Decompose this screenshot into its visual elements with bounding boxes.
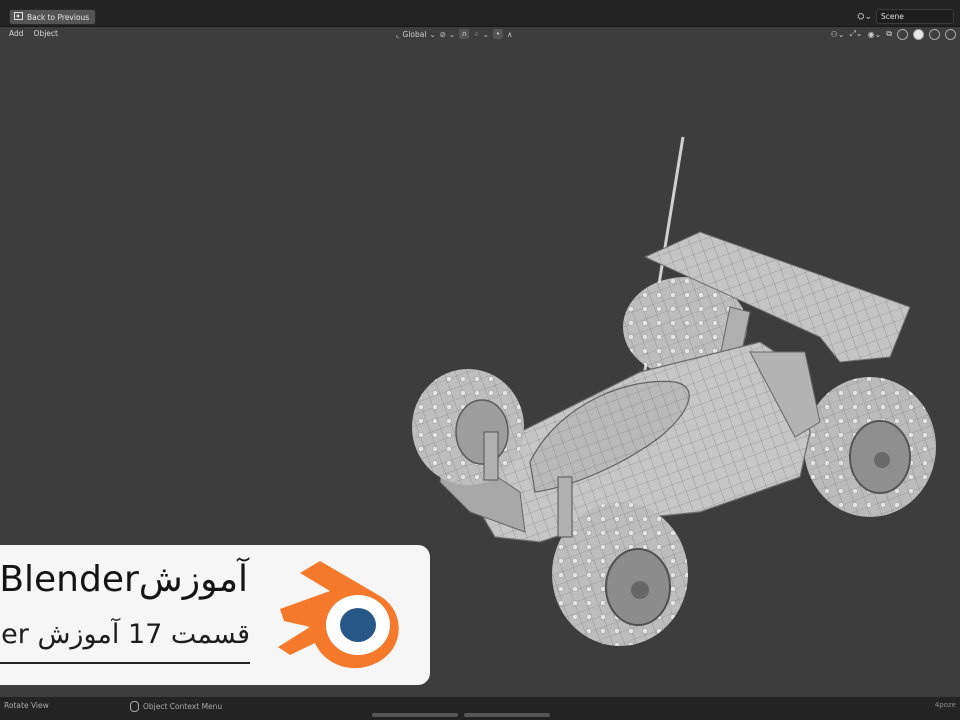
solid-shading-icon[interactable] bbox=[913, 28, 924, 40]
transform-toolbar: ⌞ Global ⌄ ⊘ ⌄ ∩ ⁘ ⌄ • ∧ bbox=[396, 27, 512, 41]
back-to-previous-label: Back to Previous bbox=[27, 12, 90, 22]
link-icon: ⊘ bbox=[439, 29, 447, 39]
orientation-value: Global bbox=[402, 29, 427, 39]
material-shading-icon[interactable] bbox=[929, 28, 940, 40]
rear-right-wheel bbox=[804, 377, 936, 517]
chevron-down-icon: ⌄ bbox=[482, 29, 489, 39]
car-model bbox=[412, 136, 936, 646]
menu-ghost-row bbox=[10, 0, 770, 6]
scene-name-field[interactable]: Scene bbox=[876, 9, 954, 24]
front-left-wheel bbox=[412, 369, 524, 485]
add-menu[interactable]: Add bbox=[9, 29, 24, 38]
snap-target-dropdown[interactable]: ⁘ ⌄ bbox=[473, 30, 489, 39]
pivot-dropdown[interactable]: ⊘ ⌄ bbox=[440, 30, 456, 39]
mouse-right-icon bbox=[130, 701, 139, 712]
gizmo-icon[interactable]: ⤢⌄ bbox=[849, 29, 862, 39]
tutorial-banner: آموزشBlender قسمت 17 آموزش Blender bbox=[0, 545, 430, 685]
falloff-dropdown[interactable]: ∧ bbox=[507, 30, 513, 39]
3d-viewport[interactable]: آموزشBlender قسمت 17 آموزش Blender bbox=[0, 42, 960, 696]
chevron-down-icon: ⌄ bbox=[449, 29, 456, 39]
falloff-icon: ∧ bbox=[506, 29, 513, 39]
banner-subtitle: قسمت 17 آموزش Blender bbox=[0, 619, 250, 650]
xray-icon[interactable]: ⧉ bbox=[886, 29, 892, 39]
status-bar: Rotate View Object Context Menu 4poze bbox=[0, 697, 960, 720]
wireframe-shading-icon[interactable] bbox=[897, 28, 908, 40]
orientation-icon: ⌞ bbox=[396, 29, 400, 39]
banner-underline bbox=[0, 662, 250, 664]
visibility-icon[interactable]: ⚇⌄ bbox=[831, 30, 845, 39]
transform-orientation-dropdown[interactable]: ⌞ Global ⌄ bbox=[396, 30, 436, 39]
proportional-icon: • bbox=[495, 30, 500, 38]
viewport-header: Add Object ⌞ Global ⌄ ⊘ ⌄ ∩ ⁘ ⌄ • ∧ ⚇⌄ ⤢⌄ … bbox=[0, 27, 960, 41]
top-bar: Back to Previous ⛭⌄ Scene bbox=[0, 0, 960, 27]
grid-snap-icon: ⁘ bbox=[473, 29, 480, 39]
status-right-text: 4poze bbox=[934, 701, 956, 709]
banner-title: آموزشBlender bbox=[0, 559, 248, 600]
object-menu[interactable]: Object bbox=[34, 29, 58, 38]
proportional-editing-toggle[interactable]: • bbox=[492, 29, 503, 39]
context-menu-label: Object Context Menu bbox=[143, 702, 223, 711]
back-icon bbox=[14, 12, 23, 22]
magnet-icon: ∩ bbox=[461, 30, 467, 38]
scene-selector[interactable]: ⛭⌄ Scene bbox=[857, 9, 954, 24]
chevron-down-icon: ⌄ bbox=[429, 29, 436, 39]
status-resize-handle[interactable] bbox=[372, 713, 458, 717]
blender-logo bbox=[278, 561, 399, 669]
overlay-icon[interactable]: ◉⌄ bbox=[868, 30, 882, 39]
snap-toggle[interactable]: ∩ bbox=[459, 29, 470, 39]
viewport-menus: Add Object bbox=[9, 29, 58, 38]
rendered-shading-icon[interactable] bbox=[945, 28, 956, 40]
back-to-previous-button[interactable]: Back to Previous bbox=[9, 9, 97, 25]
status-context-menu: Object Context Menu bbox=[130, 701, 222, 712]
scene-icon: ⛭⌄ bbox=[857, 11, 872, 22]
status-resize-handle-right[interactable] bbox=[464, 713, 550, 717]
viewport-shading-controls: ⚇⌄ ⤢⌄ ◉⌄ ⧉ bbox=[831, 27, 956, 41]
status-rotate-view: Rotate View bbox=[4, 701, 49, 710]
rotate-view-label: Rotate View bbox=[4, 701, 49, 710]
